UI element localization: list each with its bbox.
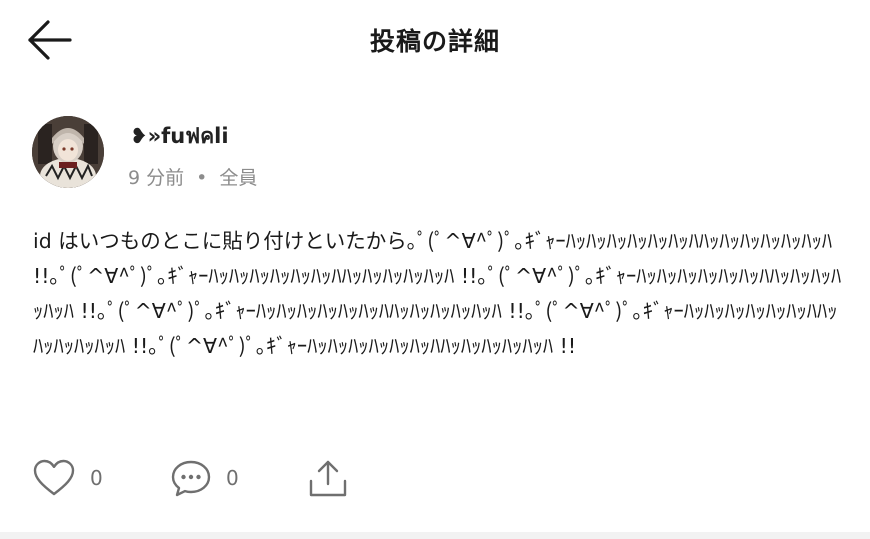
post-time: 9 分前	[128, 167, 185, 189]
top-bar: 投稿の詳細	[0, 0, 870, 80]
share-button[interactable]	[306, 452, 350, 504]
heart-icon	[33, 459, 75, 496]
post-visibility: 全員	[219, 167, 258, 189]
post-meta: 9 分前 • 全員	[128, 163, 257, 190]
comment-button[interactable]: 0	[170, 452, 239, 504]
like-count: 0	[90, 466, 103, 490]
meta-separator: •	[196, 167, 208, 189]
post-body: id はいつものとこに貼り付けといたから｡ﾟ(ﾟ^∀^ﾟ)ﾟ｡ｷﾞｬｰﾊｯﾊｯﾊ…	[33, 229, 842, 358]
bottom-divider	[0, 532, 870, 539]
share-icon	[309, 460, 347, 497]
like-button[interactable]: 0	[32, 452, 103, 504]
avatar[interactable]	[32, 116, 104, 188]
page-title: 投稿の詳細	[369, 27, 500, 56]
author-name[interactable]: ❥»fuฟคli	[130, 120, 229, 153]
post-author: ❥»fuฟคli 9 分前 • 全員	[32, 116, 732, 196]
comment-count: 0	[226, 466, 239, 490]
avatar-image	[32, 116, 104, 188]
post-actions: 0 0	[0, 452, 870, 508]
comment-bubble-icon	[171, 460, 211, 497]
